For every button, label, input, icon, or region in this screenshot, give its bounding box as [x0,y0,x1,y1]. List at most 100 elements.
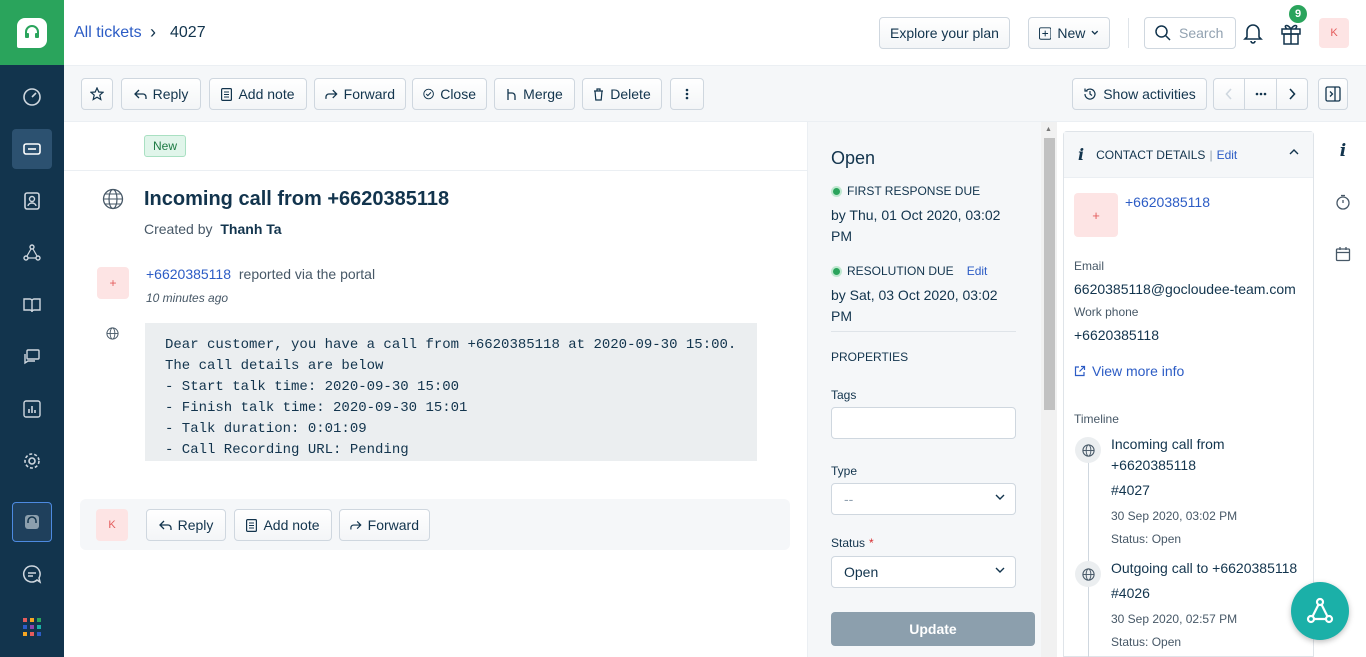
status-select[interactable]: Open [831,556,1016,588]
next-ticket-button[interactable] [1276,78,1308,110]
timeline-item-id: #4026 [1111,585,1150,601]
check-circle-icon [423,88,434,100]
groups-icon[interactable] [12,233,52,273]
tickets-icon[interactable] [12,129,52,169]
add-note-bottom-button[interactable]: Add note [234,509,332,541]
work-phone-value: +6620385118 [1074,327,1159,343]
dashboard-icon[interactable] [12,77,52,117]
resolution-due-label: RESOLUTION DUE Edit [831,264,987,278]
forward-bottom-button[interactable]: Forward [339,509,430,541]
add-note-button[interactable]: Add note [209,78,307,110]
resolution-label-text: RESOLUTION DUE [847,264,954,278]
forward-bottom-label: Forward [367,517,419,533]
star-button[interactable] [81,78,113,110]
scrollbar-thumb[interactable] [1044,138,1055,410]
explore-plan-button[interactable]: Explore your plan [879,17,1010,49]
settings-gear-icon[interactable] [12,441,52,481]
timeline-line [1088,459,1089,657]
scroll-up-arrow-icon[interactable]: ▲ [1045,126,1052,133]
external-link-icon [1074,365,1086,377]
status-select-value: Open [844,564,879,580]
show-activities-button[interactable]: Show activities [1072,78,1207,110]
first-response-due-label: FIRST RESPONSE DUE [831,184,980,198]
new-dropdown-button[interactable]: New [1028,17,1110,49]
timeline-item-status: Status: Open [1111,532,1182,546]
chevron-left-icon [1225,88,1232,100]
breadcrumb-chevron-icon: › [150,22,156,42]
close-ticket-button[interactable]: Close [412,78,487,110]
add-note-label: Add note [238,86,295,102]
created-by-name[interactable]: Thanh Ta [220,221,281,237]
resolution-edit-link[interactable]: Edit [967,264,988,278]
star-icon [90,87,104,101]
properties-divider [831,331,1016,332]
timeline-item-title[interactable]: Incoming call from +6620385118 [1111,434,1306,476]
chat-icon[interactable] [12,554,52,594]
freshworks-widget-button[interactable] [1291,582,1349,640]
ticket-title: Incoming call from +6620385118 [144,188,450,210]
toggle-sidebar-button[interactable] [1318,78,1348,110]
more-actions-button[interactable] [670,78,704,110]
network-icon [1306,597,1334,624]
chevron-right-icon [1289,88,1296,100]
reply-bottom-button[interactable]: Reply [146,509,226,541]
contact-details-header[interactable]: i CONTACT DETAILS | Edit [1064,132,1313,178]
work-phone-label: Work phone [1074,305,1139,319]
type-select-value: -- [844,491,854,507]
forward-button[interactable]: Forward [314,78,406,110]
properties-scrollbar[interactable]: ▲ [1041,122,1057,657]
contacts-icon[interactable] [12,181,52,221]
reports-icon[interactable] [12,389,52,429]
ticket-nav-more-button[interactable] [1244,78,1277,110]
previous-ticket-button[interactable] [1213,78,1245,110]
solutions-book-icon[interactable] [12,285,52,325]
update-button[interactable]: Update [831,612,1035,646]
requester-link[interactable]: +6620385118 [146,266,231,282]
time-ago: 10 minutes ago [146,291,229,305]
right-icon-rail: i [1318,122,1366,657]
reply-button[interactable]: Reply [121,78,201,110]
sidebar-collapse-icon [1325,86,1341,102]
created-by-label: Created by [144,221,213,237]
type-label: Type [831,464,858,478]
user-avatar[interactable]: K [1319,18,1349,48]
calendar-icon[interactable] [1334,245,1352,263]
tags-input[interactable] [831,407,1016,439]
breadcrumb-all-tickets[interactable]: All tickets [74,24,142,42]
app-logo[interactable] [0,0,64,65]
notification-bell-icon[interactable] [1241,20,1265,44]
timeline-item-id: #4027 [1111,482,1150,498]
merge-label: Merge [523,86,563,102]
merge-button[interactable]: Merge [494,78,575,110]
reported-via-text: reported via the portal [238,266,376,282]
forums-icon[interactable] [12,337,52,377]
timeline-item-date: 30 Sep 2020, 02:57 PM [1111,612,1238,626]
show-activities-label: Show activities [1103,86,1196,102]
contact-avatar: + [1074,193,1118,237]
left-sidebar [0,0,64,657]
reply-arrow-icon [133,89,147,99]
contact-phone-link[interactable]: +6620385118 [1125,194,1210,210]
timeline-item-title[interactable]: Outgoing call to +6620385118 [1111,558,1306,579]
globe-icon [102,188,124,210]
status-dot-icon [831,185,842,197]
chevron-down-icon [995,494,1005,500]
gift-icon[interactable] [1279,20,1303,46]
vertical-dots-icon [685,88,689,100]
apps-grid-icon[interactable] [12,607,52,647]
freshcaller-icon[interactable] [12,502,52,542]
info-panel-icon[interactable]: i [1334,141,1352,161]
type-select[interactable]: -- [831,483,1016,515]
view-more-info-label: View more info [1092,363,1185,379]
search-icon [1155,25,1171,41]
contact-details-panel: i CONTACT DETAILS | Edit + +6620385118 E… [1063,131,1314,657]
contact-edit-link[interactable]: Edit [1217,148,1238,162]
search-placeholder: Search [1179,25,1224,41]
timer-icon[interactable] [1334,193,1352,211]
chevron-down-icon [1091,30,1099,35]
delete-button[interactable]: Delete [582,78,662,110]
headset-logo-icon [17,17,47,48]
search-input[interactable]: Search [1144,17,1236,49]
view-more-info-link[interactable]: View more info [1074,363,1184,379]
chevron-up-icon[interactable] [1289,148,1299,155]
